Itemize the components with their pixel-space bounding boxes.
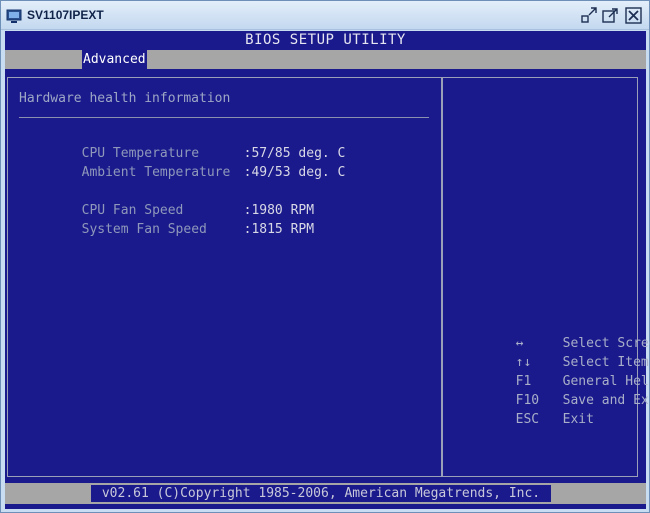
help-key: ESC	[515, 412, 540, 427]
app-icon	[6, 9, 22, 23]
maximize-icon[interactable]	[602, 7, 619, 24]
reading-label: Ambient Temperature	[81, 165, 231, 180]
reading-value: :1815 RPM	[243, 222, 315, 237]
window-titlebar[interactable]: SV1107IPEXT	[1, 1, 649, 30]
window-title: SV1107IPEXT	[27, 8, 104, 22]
application-window: SV1107IPEXT BIOS SETUP UTILITY Advanced …	[0, 0, 650, 513]
footer-bar: v02.61 (C)Copyright 1985-2006, American …	[5, 483, 646, 504]
help-row: ESC Exit	[453, 394, 594, 445]
bios-menu-bar: Advanced	[5, 50, 646, 69]
tab-advanced[interactable]: Advanced	[82, 50, 147, 69]
copyright-text: v02.61 (C)Copyright 1985-2006, American …	[91, 485, 551, 502]
restore-icon[interactable]	[581, 7, 598, 24]
main-panel: Hardware health information CPU Temperat…	[7, 77, 650, 477]
panel-divider	[441, 78, 443, 476]
system-fan-speed-row: System Fan Speed :1815 RPM	[19, 204, 314, 255]
bios-title: BIOS SETUP UTILITY	[245, 32, 406, 48]
reading-label: System Fan Speed	[81, 222, 207, 237]
bios-screen: BIOS SETUP UTILITY Advanced Hardware hea…	[5, 31, 650, 509]
reading-value: :49/53 deg. C	[243, 165, 346, 180]
close-icon[interactable]	[625, 7, 642, 24]
section-divider	[19, 117, 429, 118]
help-desc: Exit	[562, 412, 594, 427]
section-title: Hardware health information	[19, 91, 231, 106]
